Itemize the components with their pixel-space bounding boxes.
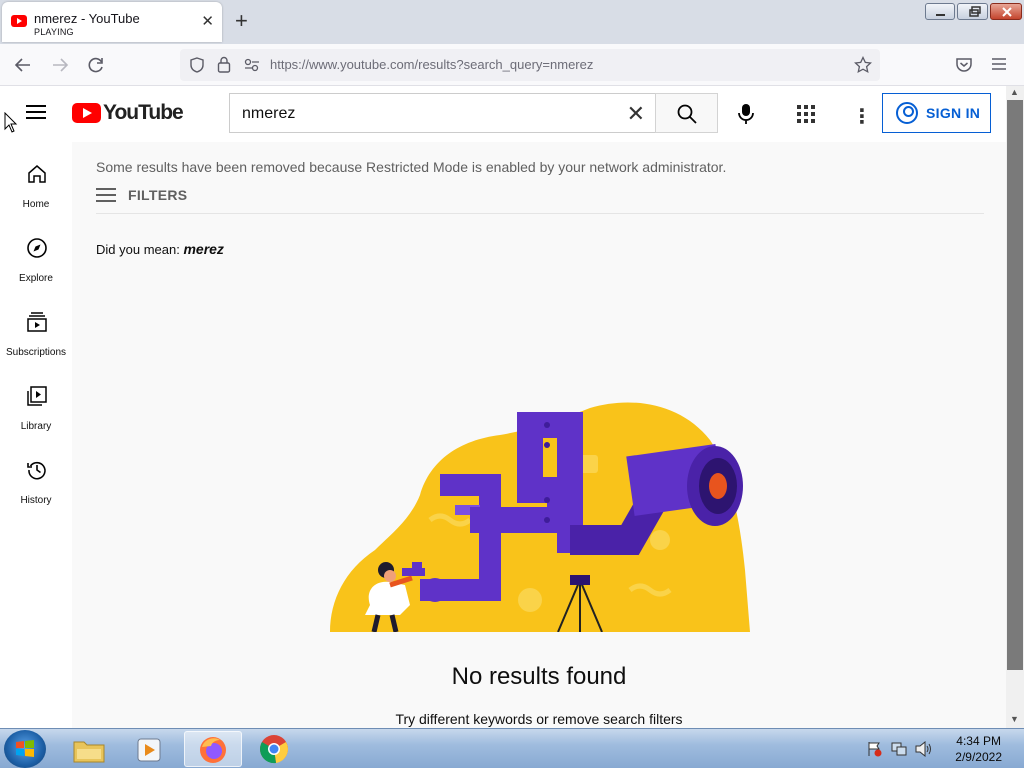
clear-search-icon[interactable]: ✕ bbox=[627, 101, 645, 127]
clock-time: 4:34 PM bbox=[956, 734, 1001, 748]
lock-icon[interactable] bbox=[217, 56, 231, 73]
folder-icon bbox=[73, 741, 105, 763]
bookmark-star-icon[interactable] bbox=[854, 56, 872, 74]
taskbar-firefox[interactable] bbox=[184, 731, 242, 767]
youtube-wordmark: YouTube bbox=[103, 101, 184, 124]
windows-logo-icon bbox=[16, 740, 34, 757]
volume-icon[interactable] bbox=[914, 741, 932, 757]
clock-date: 2/9/2022 bbox=[955, 750, 1002, 764]
sidebar-item-label: Library bbox=[20, 421, 52, 432]
filters-icon bbox=[96, 188, 116, 202]
restore-button[interactable] bbox=[957, 3, 988, 20]
tab-title: nmerez - YouTube bbox=[34, 11, 140, 26]
permissions-icon[interactable] bbox=[244, 58, 260, 72]
compass-icon bbox=[27, 238, 47, 258]
clock[interactable]: 4:34 PM 2/9/2022 bbox=[955, 733, 1002, 765]
account-icon bbox=[896, 102, 918, 124]
start-button[interactable] bbox=[4, 730, 46, 768]
search-query: nmerez bbox=[242, 105, 296, 122]
scroll-up-arrow-icon[interactable]: ▲ bbox=[1010, 87, 1019, 97]
sidebar-item-label: Subscriptions bbox=[5, 347, 67, 358]
page-scrollbar[interactable]: ▲ ▼ bbox=[1006, 86, 1024, 728]
scrollbar-thumb[interactable] bbox=[1007, 100, 1023, 670]
action-center-flag-icon[interactable] bbox=[866, 741, 882, 757]
sidebar-item-label: Home bbox=[22, 199, 50, 210]
sign-in-button[interactable]: SIGN IN bbox=[882, 93, 991, 133]
close-tab-icon[interactable]: ✕ bbox=[201, 12, 214, 30]
search-icon bbox=[677, 104, 697, 124]
chrome-icon bbox=[260, 735, 288, 764]
reload-icon[interactable] bbox=[87, 56, 105, 74]
tracking-shield-icon[interactable] bbox=[189, 57, 205, 73]
minimize-icon bbox=[936, 14, 945, 16]
sidebar-item-label: Explore bbox=[19, 273, 53, 284]
windows-taskbar: 4:34 PM 2/9/2022 bbox=[0, 728, 1024, 768]
tab-strip: nmerez - YouTube PLAYING ✕ + bbox=[0, 0, 1024, 44]
did-you-mean-prefix: Did you mean: bbox=[96, 242, 180, 257]
address-bar[interactable]: https://www.youtube.com/results?search_q… bbox=[180, 49, 880, 81]
search-results-area: Some results have been removed because R… bbox=[72, 142, 1006, 728]
voice-search-icon[interactable] bbox=[738, 103, 754, 125]
filters-divider bbox=[96, 213, 984, 214]
youtube-favicon-icon bbox=[11, 15, 27, 27]
home-icon bbox=[28, 165, 46, 183]
url-host: https://www.youtube.com bbox=[270, 57, 415, 72]
minimize-button[interactable] bbox=[925, 3, 955, 20]
settings-more-icon[interactable]: ⋮ bbox=[852, 104, 872, 129]
navigation-toolbar: https://www.youtube.com/results?search_q… bbox=[0, 44, 1024, 86]
guide-sidebar: Home Explore Subscriptions Library Histo… bbox=[0, 142, 72, 728]
browser-tab[interactable]: nmerez - YouTube PLAYING ✕ bbox=[2, 2, 222, 42]
no-results-hint: Try different keywords or remove search … bbox=[395, 711, 683, 727]
sidebar-item-explore[interactable]: Explore bbox=[0, 237, 72, 311]
pocket-icon[interactable] bbox=[955, 56, 973, 74]
tab-audio-status: PLAYING bbox=[34, 27, 74, 37]
firefox-icon bbox=[200, 737, 226, 763]
sidebar-item-subscriptions[interactable]: Subscriptions bbox=[0, 311, 72, 385]
sidebar-item-history[interactable]: History bbox=[0, 459, 72, 533]
search-input[interactable]: nmerez ✕ bbox=[229, 93, 655, 133]
guide-menu-button[interactable] bbox=[26, 105, 46, 120]
close-icon bbox=[1002, 7, 1012, 17]
no-results-illustration bbox=[330, 402, 750, 632]
subscriptions-icon bbox=[27, 312, 47, 332]
sidebar-item-home[interactable]: Home bbox=[0, 163, 72, 237]
url-path: /results?search_query=nmerez bbox=[414, 57, 594, 72]
close-window-button[interactable] bbox=[990, 3, 1022, 20]
menu-icon[interactable] bbox=[991, 57, 1007, 71]
spelling-suggestion: Did you mean: merez bbox=[96, 241, 224, 257]
sidebar-item-library[interactable]: Library bbox=[0, 385, 72, 459]
back-icon[interactable] bbox=[14, 56, 32, 74]
youtube-play-icon bbox=[72, 103, 101, 123]
taskbar-chrome[interactable] bbox=[246, 731, 304, 767]
apps-icon[interactable] bbox=[797, 105, 815, 123]
youtube-header: YouTube nmerez ✕ ⋮ SIGN IN bbox=[0, 86, 1006, 142]
url-text[interactable]: https://www.youtube.com/results?search_q… bbox=[270, 57, 593, 72]
mouse-cursor-icon bbox=[4, 112, 18, 133]
restore-icon bbox=[969, 6, 981, 17]
suggested-query-link[interactable]: merez bbox=[183, 241, 223, 257]
sign-in-label: SIGN IN bbox=[926, 105, 981, 121]
taskbar-explorer[interactable] bbox=[60, 731, 118, 767]
history-icon bbox=[27, 461, 46, 480]
search-button[interactable] bbox=[655, 93, 718, 133]
new-tab-button[interactable]: + bbox=[235, 8, 248, 34]
scroll-down-arrow-icon[interactable]: ▼ bbox=[1010, 714, 1019, 724]
restricted-mode-notice: Some results have been removed because R… bbox=[96, 159, 727, 175]
media-player-icon bbox=[137, 738, 161, 762]
forward-icon[interactable] bbox=[51, 56, 69, 74]
library-icon bbox=[27, 386, 47, 406]
no-results-title: No results found bbox=[451, 663, 627, 690]
filters-label: FILTERS bbox=[128, 187, 188, 203]
sidebar-item-label: History bbox=[20, 495, 52, 506]
network-icon[interactable] bbox=[890, 741, 908, 757]
youtube-logo[interactable]: YouTube bbox=[72, 101, 184, 126]
filters-button[interactable]: FILTERS bbox=[96, 187, 187, 203]
taskbar-media-player[interactable] bbox=[121, 731, 179, 767]
